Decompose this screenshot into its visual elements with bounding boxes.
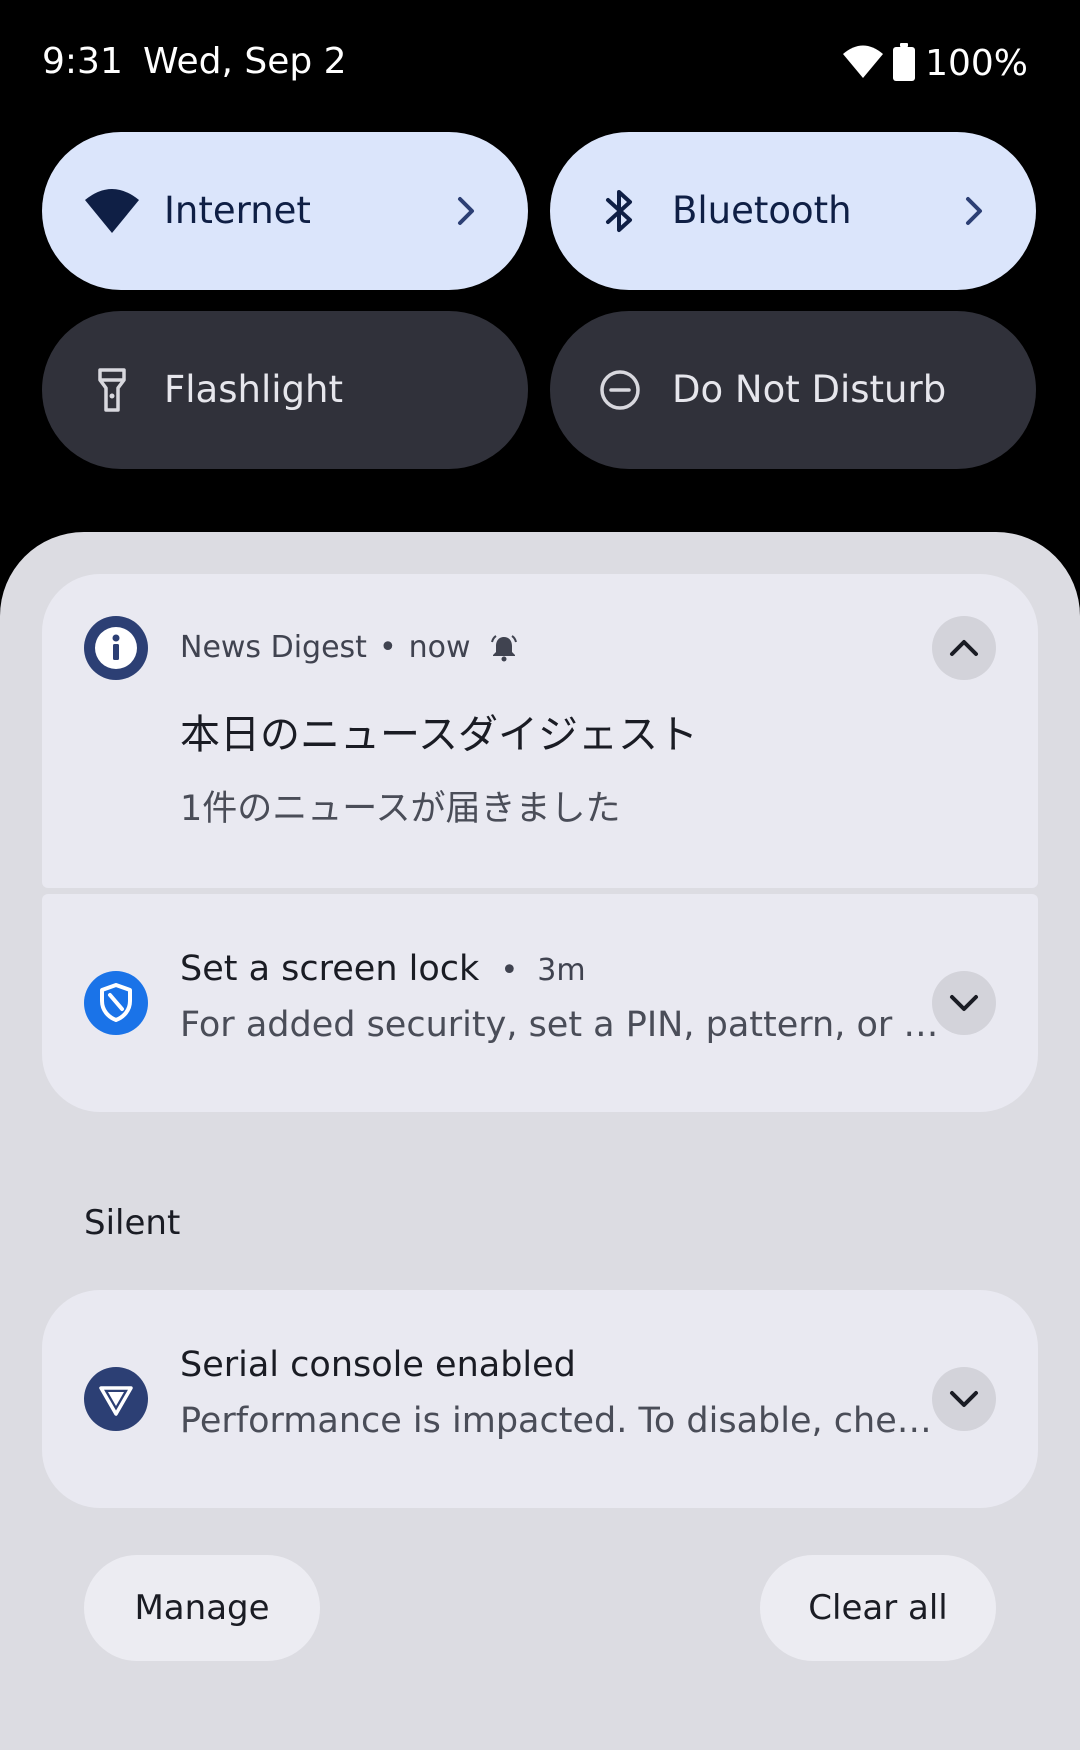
notification-screen-lock[interactable]: Set a screen lock • 3m For added securit… bbox=[42, 894, 1038, 1112]
tile-do-not-disturb[interactable]: Do Not Disturb bbox=[550, 311, 1036, 469]
collapse-button[interactable] bbox=[932, 616, 996, 680]
shield-icon bbox=[84, 971, 148, 1035]
notification-title: 本日のニュースダイジェスト bbox=[180, 712, 698, 758]
status-bar: 9:31 Wed, Sep 2 100% bbox=[0, 0, 1080, 125]
notification-title: Serial console enabled bbox=[180, 1345, 576, 1385]
bluetooth-icon bbox=[590, 181, 650, 241]
separator: • bbox=[378, 630, 397, 665]
tile-label: Flashlight bbox=[164, 368, 343, 411]
notification-text: 1件のニュースが届きました bbox=[180, 789, 621, 829]
notification-title-line: Set a screen lock • 3m bbox=[180, 944, 586, 996]
status-date: Wed, Sep 2 bbox=[143, 41, 347, 82]
app-name: News Digest bbox=[180, 630, 367, 665]
tile-internet[interactable]: Internet bbox=[42, 132, 528, 290]
tile-label: Internet bbox=[164, 189, 311, 232]
wifi-icon bbox=[843, 45, 884, 83]
battery-icon bbox=[893, 43, 916, 85]
notification-text: Performance is impacted. To disable, che… bbox=[180, 1401, 932, 1441]
chevron-right-icon bbox=[954, 191, 994, 231]
chevron-down-icon bbox=[950, 1391, 978, 1407]
tile-label: Bluetooth bbox=[672, 189, 852, 232]
chevron-right-icon bbox=[446, 191, 486, 231]
flashlight-icon bbox=[82, 360, 142, 420]
notification-time: now bbox=[408, 630, 471, 665]
notification-title: Set a screen lock bbox=[180, 949, 480, 989]
manage-button[interactable]: Manage bbox=[84, 1555, 320, 1661]
chevron-up-icon bbox=[950, 640, 978, 656]
tile-flashlight[interactable]: Flashlight bbox=[42, 311, 528, 469]
status-icons: 100% bbox=[843, 40, 1028, 88]
notification-news-digest[interactable]: News Digest • now 本日のニュースダイジェスト 1件のニュースが… bbox=[42, 574, 1038, 888]
silent-section-label: Silent bbox=[84, 1203, 181, 1243]
info-icon bbox=[84, 616, 148, 680]
notification-header: News Digest • now bbox=[180, 626, 519, 670]
do-not-disturb-icon bbox=[590, 360, 650, 420]
battery-percent: 100% bbox=[925, 43, 1028, 84]
expand-button[interactable] bbox=[932, 1367, 996, 1431]
tile-bluetooth[interactable]: Bluetooth bbox=[550, 132, 1036, 290]
separator: • bbox=[500, 953, 519, 988]
status-time: 9:31 bbox=[42, 41, 123, 82]
notification-text: For added security, set a PIN, pattern, … bbox=[180, 1005, 940, 1045]
clear-all-button[interactable]: Clear all bbox=[760, 1555, 996, 1661]
notification-serial-console[interactable]: Serial console enabled Performance is im… bbox=[42, 1290, 1038, 1508]
expand-button[interactable] bbox=[932, 971, 996, 1035]
notification-time: 3m bbox=[537, 953, 586, 988]
wifi-icon bbox=[82, 181, 142, 241]
alert-bell-icon bbox=[489, 633, 519, 663]
chevron-down-icon bbox=[950, 995, 978, 1011]
tile-label: Do Not Disturb bbox=[672, 368, 947, 411]
bug-shield-icon bbox=[84, 1367, 148, 1431]
